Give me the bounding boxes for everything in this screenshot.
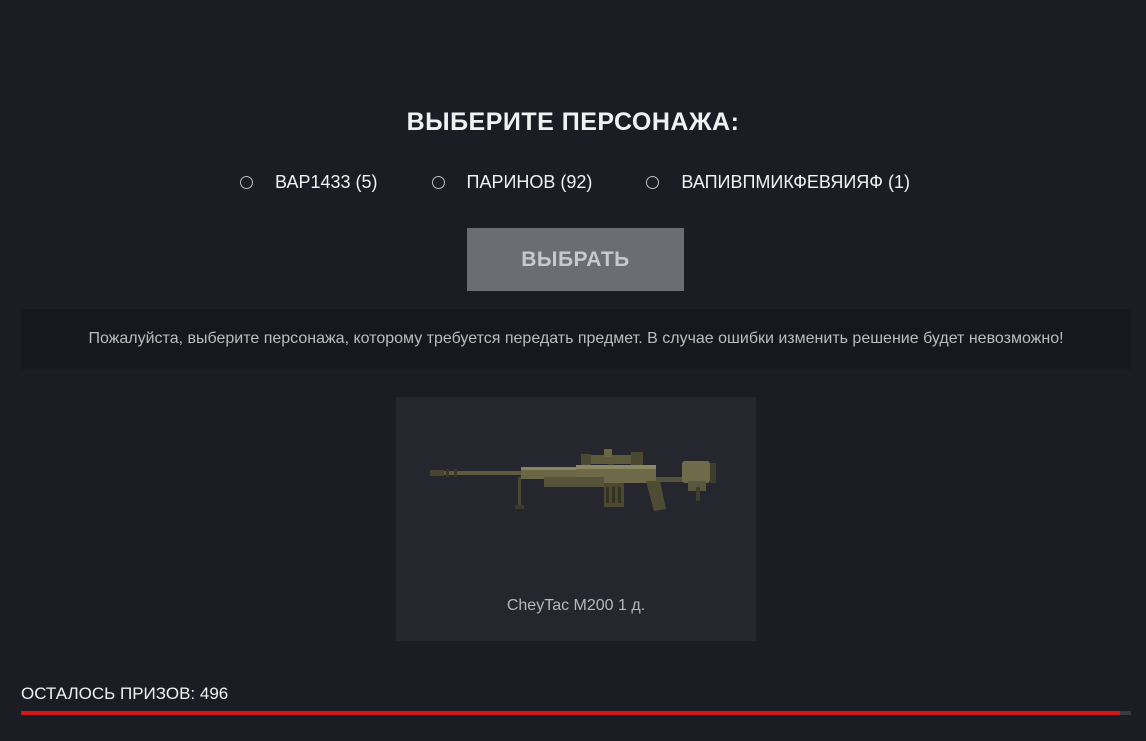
character-option-label: ВАПИВПМИКФЕВЯИЯФ (1) (681, 172, 910, 192)
character-options: ВАР1433 (5) ПАРИНОВ (92) ВАПИВПМИКФЕВЯИЯ… (0, 172, 1146, 193)
radio-button[interactable] (646, 176, 660, 189)
character-option-1[interactable]: ВАР1433 (5) (240, 172, 378, 193)
prizes-progress-bar (21, 711, 1131, 715)
radio-button[interactable] (431, 176, 445, 189)
notice-text: Пожалуйста, выберите персонажа, которому… (88, 330, 1064, 347)
notice-banner: Пожалуйста, выберите персонажа, которому… (21, 309, 1131, 369)
radio-button[interactable] (240, 176, 254, 189)
character-option-3[interactable]: ВАПИВПМИКФЕВЯИЯФ (1) (646, 172, 910, 193)
character-option-label: ПАРИНОВ (92) (466, 172, 593, 192)
prizes-progress-fill (21, 711, 1120, 715)
character-option-label: ВАР1433 (5) (275, 172, 378, 192)
prize-item-card: CheyTac M200 1 д. (396, 397, 756, 641)
character-select-page: ВЫБЕРИТЕ ПЕРСОНАЖА: ВАР1433 (5) ПАРИНОВ … (0, 0, 1146, 741)
prize-item-label: CheyTac M200 1 д. (506, 597, 646, 614)
select-button[interactable]: ВЫБРАТЬ (467, 228, 684, 291)
character-option-2[interactable]: ПАРИНОВ (92) (431, 172, 593, 193)
page-title: ВЫБЕРИТЕ ПЕРСОНАЖА: (406, 108, 740, 136)
sniper-rifle-icon (430, 449, 716, 511)
prizes-remaining-label: ОСТАЛОСЬ ПРИЗОВ: 496 (21, 684, 229, 703)
